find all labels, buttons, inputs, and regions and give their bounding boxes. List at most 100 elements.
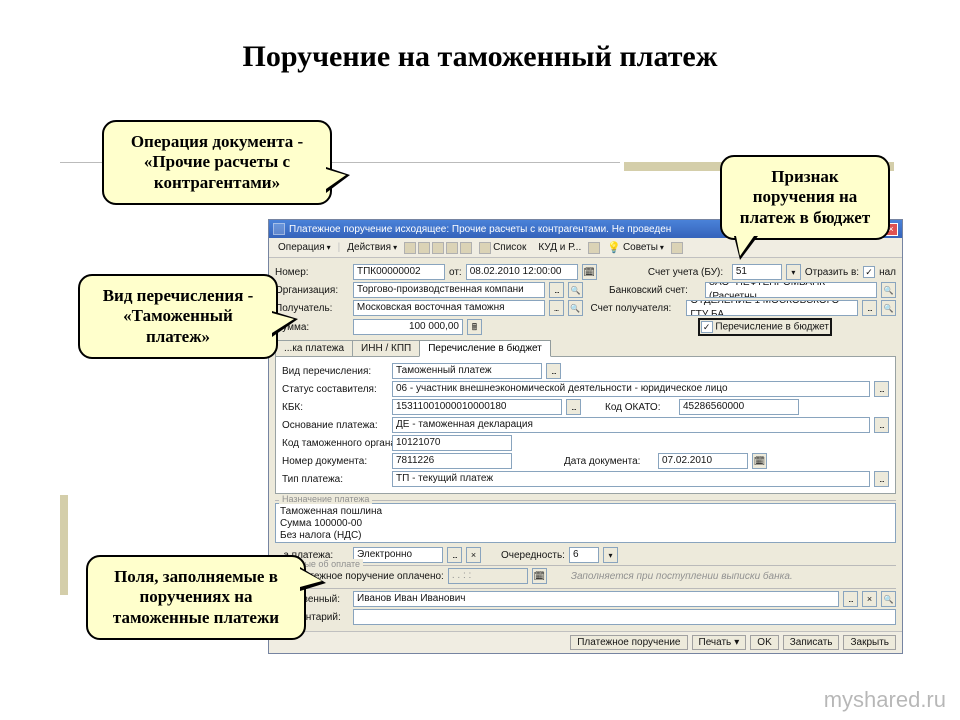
page-title: Поручение на таможенный платеж xyxy=(0,40,960,74)
label: Советы xyxy=(623,242,658,253)
bank-label: Банковский счет: xyxy=(609,285,701,296)
org-field[interactable]: Торгово-производственная компани xyxy=(353,282,545,298)
transfer-type-field[interactable]: Таможенный платеж xyxy=(392,363,542,379)
lookup-button[interactable] xyxy=(546,363,561,379)
lookup-button[interactable] xyxy=(549,282,564,298)
org-label: Организация: xyxy=(275,285,349,296)
number-field[interactable]: ТПК00000002 xyxy=(353,264,445,280)
lookup-button[interactable] xyxy=(862,300,877,316)
account-field[interactable]: 51 xyxy=(732,264,782,280)
paid-note: Заполняется при поступлении выписки банк… xyxy=(571,571,793,582)
okato-label: Код ОКАТО: xyxy=(605,402,675,413)
payment-order-button[interactable]: Платежное поручение xyxy=(570,635,687,650)
toolbar-icon[interactable] xyxy=(588,242,600,254)
comment-field[interactable] xyxy=(353,609,896,625)
recacc-field[interactable]: ОТДЕЛЕНИЕ 1 МОСКОВСКОГО ГТУ БА xyxy=(686,300,858,316)
ok-button[interactable]: OK xyxy=(750,635,778,650)
toolbar-icon[interactable] xyxy=(460,242,472,254)
callout-text: Поля, заполняемые в поручениях на таможе… xyxy=(113,567,279,627)
search-icon[interactable] xyxy=(568,282,583,298)
save-button[interactable]: Записать xyxy=(783,635,840,650)
purpose-section-label: Назначение платежа xyxy=(279,494,372,504)
close-button[interactable]: Закрыть xyxy=(843,635,896,650)
paytype-label: Тип платежа: xyxy=(282,474,388,485)
sum-field[interactable]: 100 000,00 xyxy=(353,319,463,335)
toolbar-icon[interactable] xyxy=(404,242,416,254)
docdate-field[interactable]: 07.02.2010 xyxy=(658,453,748,469)
callout-text: Вид перечисления - «Таможенный платеж» xyxy=(103,286,254,346)
tab-inn-kpp[interactable]: ИНН / КПП xyxy=(352,340,420,356)
kbk-label: КБК: xyxy=(282,402,388,413)
watermark: myshared.ru xyxy=(824,687,946,713)
calculator-icon[interactable]: 🖩 xyxy=(467,319,482,335)
search-icon[interactable] xyxy=(881,282,896,298)
side-accent xyxy=(60,495,68,595)
customs-code-field[interactable]: 10121070 xyxy=(392,435,512,451)
clear-icon[interactable]: × xyxy=(466,547,481,563)
lookup-button[interactable] xyxy=(549,300,564,316)
callout-operation: Операция документа - «Прочие расчеты с к… xyxy=(102,120,332,205)
calendar-icon[interactable]: 🗓 xyxy=(532,568,547,584)
purpose-line: Без налога (НДС) xyxy=(280,530,362,542)
toolbar-icon[interactable] xyxy=(671,242,683,254)
tabs: ...ка платежа ИНН / КПП Перечисление в б… xyxy=(275,340,896,357)
calendar-icon[interactable]: 🗓 xyxy=(752,453,767,469)
operation-menu[interactable]: Операция ▾ xyxy=(273,240,336,255)
order-field[interactable]: 6 xyxy=(569,547,599,563)
date-field[interactable]: 08.02.2010 12:00:00 xyxy=(466,264,578,280)
toolbar-icon[interactable] xyxy=(432,242,444,254)
app-window: Платежное поручение исходящее: Прочие ра… xyxy=(268,219,903,654)
chevron-down-icon: ▾ xyxy=(393,243,397,252)
list-button[interactable]: Список xyxy=(474,240,531,256)
paykind-field[interactable]: Электронно xyxy=(353,547,443,563)
toolbar: Операция ▾ | Действия ▾ Список КУД и Р..… xyxy=(269,238,902,258)
lookup-button[interactable] xyxy=(874,417,889,433)
dropdown-icon[interactable] xyxy=(603,547,618,563)
search-icon[interactable] xyxy=(881,300,896,316)
reflect-label: Отразить в: xyxy=(805,267,859,278)
bank-field[interactable]: ЗАО "НЕФТЕПРОМБАНК" (Расчетны xyxy=(705,282,877,298)
status-field[interactable]: 06 - участник внешнеэкономической деятел… xyxy=(392,381,870,397)
recipient-field[interactable]: Московская восточная таможня xyxy=(353,300,545,316)
print-button[interactable]: Печать ▾ xyxy=(692,635,747,650)
paytype-field[interactable]: ТП - текущий платеж xyxy=(392,471,870,487)
lookup-button[interactable] xyxy=(874,381,889,397)
budget-checkbox[interactable]: ✓ xyxy=(701,321,713,333)
lookup-button[interactable] xyxy=(874,471,889,487)
okato-field[interactable]: 45286560000 xyxy=(679,399,799,415)
chevron-down-icon: ▾ xyxy=(327,243,331,252)
label: Операция xyxy=(278,242,325,253)
toolbar-icon[interactable] xyxy=(446,242,458,254)
tips-button[interactable]: 💡Советы ▾ xyxy=(602,239,669,256)
search-icon[interactable] xyxy=(568,300,583,316)
kudr-button[interactable]: КУД и Р... xyxy=(533,240,586,255)
purpose-textarea[interactable]: Таможенная пошлина Сумма 100000-00 Без н… xyxy=(275,503,896,543)
list-icon xyxy=(479,242,491,254)
docnum-label: Номер документа: xyxy=(282,456,388,467)
budget-checkbox-label: Перечисление в бюджет xyxy=(715,322,829,333)
actions-menu[interactable]: Действия ▾ xyxy=(342,240,402,255)
toolbar-icon[interactable] xyxy=(418,242,430,254)
lookup-button[interactable] xyxy=(447,547,462,563)
calendar-icon[interactable]: 🗓 xyxy=(582,264,597,280)
search-icon[interactable] xyxy=(881,591,896,607)
callout-transfer-type: Вид перечисления - «Таможенный платеж» xyxy=(78,274,278,359)
responsible-field[interactable]: Иванов Иван Иванович xyxy=(353,591,839,607)
label: КУД и Р... xyxy=(538,242,581,253)
lookup-button[interactable] xyxy=(566,399,581,415)
tab-budget[interactable]: Перечисление в бюджет xyxy=(419,340,551,357)
number-label: Номер: xyxy=(275,267,349,278)
app-icon xyxy=(273,223,285,235)
basis-field[interactable]: ДЕ - таможенная декларация xyxy=(392,417,870,433)
callout-text: Признак поручения на платеж в бюджет xyxy=(740,167,870,227)
lookup-button[interactable] xyxy=(843,591,858,607)
chevron-down-icon: ▾ xyxy=(660,243,664,252)
docnum-field[interactable]: 7811226 xyxy=(392,453,512,469)
date-label: от: xyxy=(449,267,462,278)
clear-icon[interactable]: × xyxy=(862,591,877,607)
reflect-checkbox[interactable]: ✓ xyxy=(863,266,875,278)
dropdown-icon[interactable] xyxy=(786,264,801,280)
tab-payment[interactable]: ...ка платежа xyxy=(275,340,353,356)
account-label: Счет учета (БУ): xyxy=(648,267,728,278)
kbk-field[interactable]: 15311001000010000180 xyxy=(392,399,562,415)
